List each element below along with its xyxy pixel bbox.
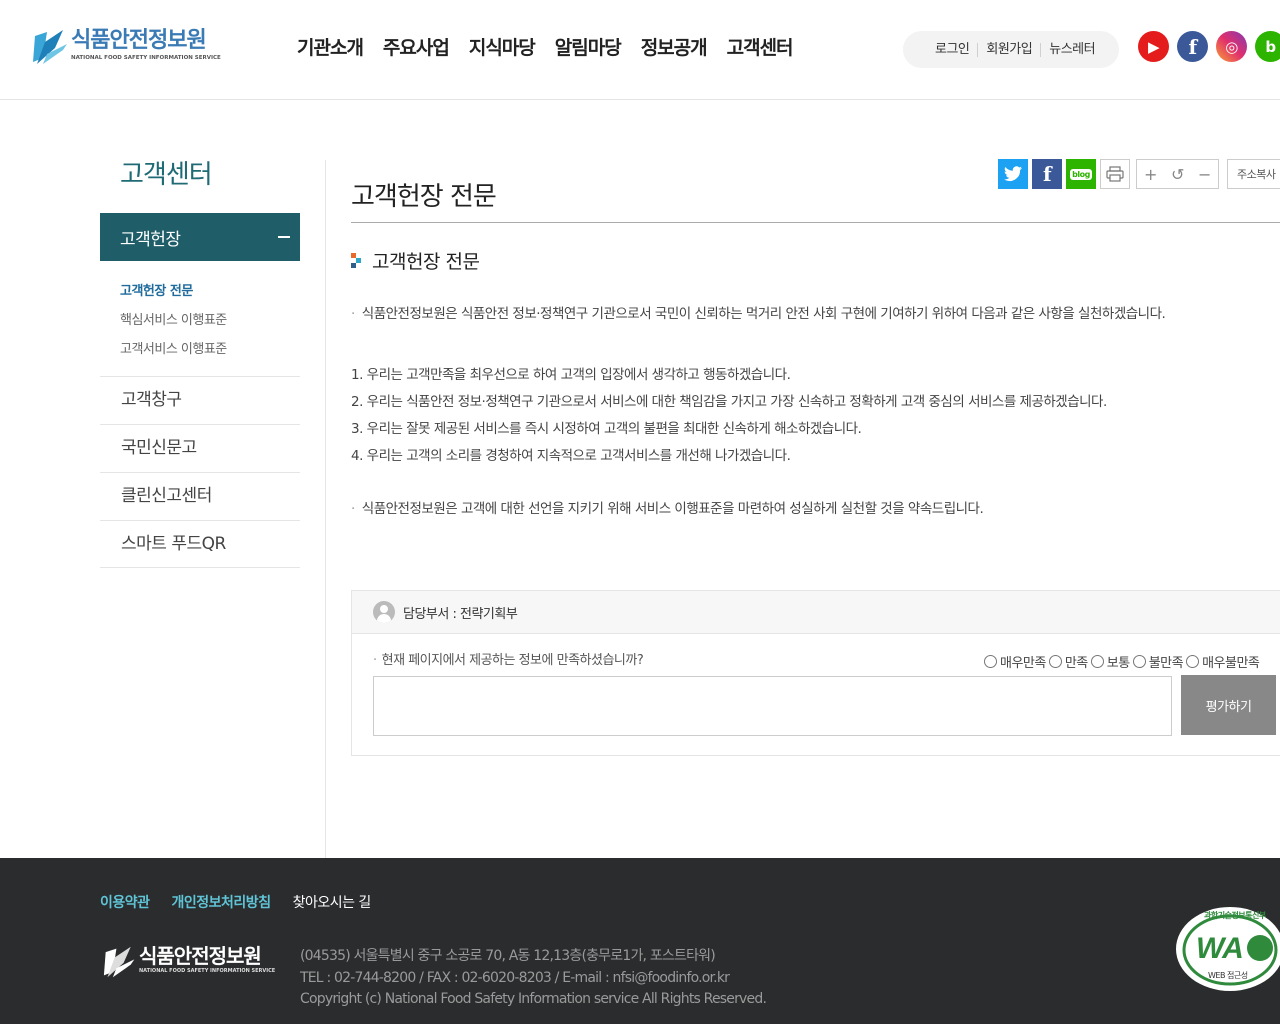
rating-label: 보통 <box>1106 656 1130 671</box>
charter-item: 1. 우리는 고객만족을 최우선으로 하여 고객의 입장에서 생각하고 행동하겠… <box>351 367 791 383</box>
rating-very-dissatisfied[interactable]: 매우불만족 <box>1186 652 1260 671</box>
lnb-sub-core-standard[interactable]: 핵심서비스 이행표준 <box>120 306 227 335</box>
lnb-list: 고객창구 국민신문고 클린신고센터 스마트 푸드QR <box>100 376 300 568</box>
gnb-item-knowledge[interactable]: 지식마당 <box>469 36 536 60</box>
rating-label: 만족 <box>1064 656 1088 671</box>
footer-copyright: Copyright (c) National Food Safety Infor… <box>300 991 767 1007</box>
print-icon[interactable] <box>1100 159 1130 189</box>
footer-logo-english: NATIONAL FOOD SAFETY INFORMATION SERVICE <box>139 968 276 974</box>
gnb-item-business[interactable]: 주요사업 <box>383 36 450 60</box>
satisfaction-survey: 담당부서 : 전략기획부 현재 페이지에서 제공하는 정보에 만족하셨습니까? … <box>351 590 1280 756</box>
footer-logo: 식품안전정보원 NATIONAL FOOD SAFETY INFORMATION… <box>103 945 275 979</box>
lnb-item-epeople[interactable]: 국민신문고 <box>100 424 300 472</box>
section-title-text: 고객헌장 전문 <box>372 251 480 273</box>
zoom-controls: + ↺ − <box>1136 159 1219 189</box>
terms-link[interactable]: 이용약관 <box>100 892 150 912</box>
lnb-submenu: 고객헌장 전문 핵심서비스 이행표준 고객서비스 이행표준 <box>120 277 227 364</box>
footer-contact: TEL : 02-744-8200 / FAX : 02-6020-8203 /… <box>300 969 730 986</box>
gnb-item-notice[interactable]: 알림마당 <box>555 36 622 60</box>
lnb-item-smart-food-qr[interactable]: 스마트 푸드QR <box>100 520 300 568</box>
lnb-item-window[interactable]: 고객창구 <box>100 376 300 424</box>
rating-satisfied[interactable]: 만족 <box>1048 652 1088 671</box>
facebook-icon[interactable]: f <box>1177 31 1208 62</box>
lnb-item-charter[interactable]: 고객헌장 <box>100 213 300 261</box>
charter-item: 2. 우리는 식품안전 정보·정책연구 기관으로서 서비스에 대한 책임감을 가… <box>351 394 1107 410</box>
sns-links: ▶ f ◎ b <box>1138 31 1280 62</box>
department-label: 담당부서 : 전략기획부 <box>403 606 518 622</box>
charter-list: 1. 우리는 고객만족을 최우선으로 하여 고객의 입장에서 생각하고 행동하겠… <box>351 362 1107 470</box>
logo-korean: 식품안전정보원 <box>71 28 207 53</box>
youtube-icon[interactable]: ▶ <box>1138 31 1169 62</box>
global-nav: 기관소개 주요사업 지식마당 알림마당 정보공개 고객센터 <box>297 36 813 60</box>
radio-button[interactable] <box>1090 655 1104 668</box>
footer-info: (04535) 서울특별시 중구 소공로 70, A동 12,13층(충무로1가… <box>300 946 767 1011</box>
title-divider <box>351 222 1280 223</box>
submit-rating-button[interactable]: 평가하기 <box>1181 675 1276 735</box>
footer-links: 이용약관 개인정보처리방침 찾아오시는 길 <box>100 892 393 912</box>
copy-url-button[interactable]: 주소복사 <box>1227 159 1280 189</box>
page-tools: f blog + ↺ − 주소복사 <box>998 159 1280 189</box>
login-link[interactable]: 로그인 <box>927 42 977 57</box>
rating-label: 매우만족 <box>1000 656 1046 671</box>
blog-label: blog <box>1070 168 1092 180</box>
lnb-sub-customer-standard[interactable]: 고객서비스 이행표준 <box>120 335 227 364</box>
lnb-title: 고객센터 <box>120 160 213 190</box>
twitter-share-icon[interactable] <box>998 159 1028 189</box>
site-footer: 이용약관 개인정보처리방침 찾아오시는 길 식품안전정보원 NATIONAL F… <box>0 858 1280 1024</box>
wa-text: WA <box>1196 932 1243 965</box>
footer-logo-mark-icon <box>103 945 137 979</box>
person-icon <box>373 601 395 623</box>
charter-item: 3. 우리는 잘못 제공된 서비스를 즉시 시정하여 고객의 불편을 최대한 신… <box>351 421 862 437</box>
radio-button[interactable] <box>1186 655 1200 668</box>
gnb-item-customer[interactable]: 고객센터 <box>727 36 794 60</box>
blog-share-icon[interactable]: blog <box>1066 159 1096 189</box>
band-icon[interactable]: b <box>1255 31 1280 62</box>
rating-neutral[interactable]: 보통 <box>1090 652 1130 671</box>
site-logo[interactable]: 식품안전정보원 NATIONAL FOOD SAFETY INFORMATION… <box>33 28 221 66</box>
zoom-out-icon[interactable]: − <box>1191 160 1218 188</box>
lnb-sub-charter-full[interactable]: 고객헌장 전문 <box>120 277 227 306</box>
radio-button[interactable] <box>1048 655 1062 668</box>
zoom-in-icon[interactable]: + <box>1137 160 1164 188</box>
gnb-item-disclosure[interactable]: 정보공개 <box>641 36 708 60</box>
footer-address: (04535) 서울특별시 중구 소공로 70, A동 12,13층(충무로1가… <box>300 948 716 964</box>
section-title: 고객헌장 전문 <box>351 247 480 274</box>
lnb-item-clean-report[interactable]: 클린신고센터 <box>100 472 300 520</box>
wa-arc-text: 과학기술정보통신부 <box>1204 910 1267 920</box>
site-header: 식품안전정보원 NATIONAL FOOD SAFETY INFORMATION… <box>0 0 1280 100</box>
web-accessibility-mark-icon[interactable]: WA 과학기술정보통신부 WEB 접근성 <box>1174 904 1280 994</box>
radio-button[interactable] <box>1132 655 1146 668</box>
charter-closing: 식품안전정보원은 고객에 대한 선언을 지키기 위해 서비스 이행표준을 마련하… <box>351 497 984 517</box>
util-menu: 로그인 회원가입 뉴스레터 <box>903 31 1119 68</box>
survey-question: 현재 페이지에서 제공하는 정보에 만족하셨습니까? <box>373 649 644 668</box>
directions-link[interactable]: 찾아오시는 길 <box>293 892 372 912</box>
footer-logo-korean: 식품안전정보원 <box>139 944 262 968</box>
zoom-reset-icon[interactable]: ↺ <box>1164 160 1191 188</box>
wa-sub-text: WEB 접근성 <box>1208 970 1248 980</box>
rating-label: 불만족 <box>1148 656 1184 671</box>
logo-mark-icon <box>33 28 69 66</box>
collapse-icon[interactable] <box>278 236 290 238</box>
rating-label: 매우불만족 <box>1202 656 1260 671</box>
survey-header: 담당부서 : 전략기획부 <box>352 591 1280 634</box>
facebook-share-icon[interactable]: f <box>1032 159 1062 189</box>
page-title: 고객헌장 전문 <box>351 182 497 212</box>
privacy-link[interactable]: 개인정보처리방침 <box>172 892 272 912</box>
logo-english: NATIONAL FOOD SAFETY INFORMATION SERVICE <box>71 55 221 61</box>
gnb-item-about[interactable]: 기관소개 <box>297 36 364 60</box>
radio-button[interactable] <box>984 655 997 668</box>
section-bullet-icon <box>351 251 363 271</box>
rating-very-satisfied[interactable]: 매우만족 <box>984 652 1046 671</box>
divider <box>325 160 326 858</box>
rating-options: 매우만족 만족 보통 불만족 매우불만족 <box>984 652 1262 671</box>
charter-item: 4. 우리는 고객의 소리를 경청하여 지속적으로 고객서비스를 개선해 나가겠… <box>351 448 791 464</box>
survey-comment-field[interactable] <box>373 676 1172 736</box>
newsletter-link[interactable]: 뉴스레터 <box>1040 42 1103 57</box>
instagram-icon[interactable]: ◎ <box>1216 31 1247 62</box>
lnb-item-label: 고객헌장 <box>120 229 181 250</box>
charter-intro: 식품안전정보원은 식품안전 정보·정책연구 기관으로서 국민이 신뢰하는 먹거리… <box>351 302 1166 322</box>
signup-link[interactable]: 회원가입 <box>977 42 1040 57</box>
rating-dissatisfied[interactable]: 불만족 <box>1132 652 1184 671</box>
